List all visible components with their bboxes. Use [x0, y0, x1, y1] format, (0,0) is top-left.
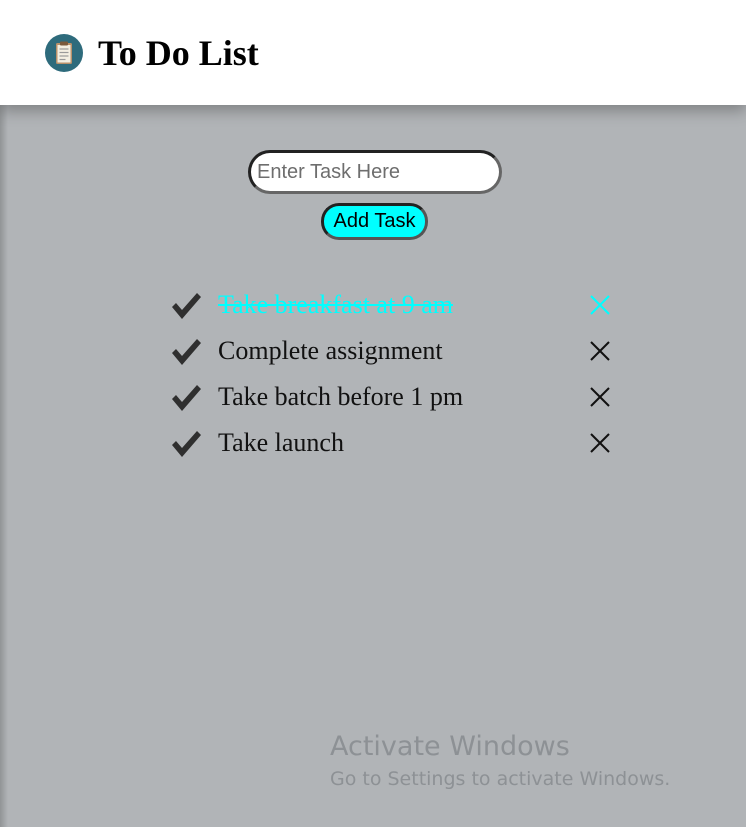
- checkmark-icon[interactable]: [170, 337, 202, 367]
- watermark-title: Activate Windows: [330, 731, 570, 762]
- task-text: Take breakfast at 9 am: [218, 290, 453, 319]
- task-list: Take breakfast at 9 am Complete assignmen…: [170, 283, 620, 467]
- windows-activation-watermark: Activate Windows Go to Settings to activ…: [330, 730, 670, 792]
- task-item: Take launch: [170, 421, 620, 467]
- task-item: Take breakfast at 9 am: [170, 283, 620, 329]
- task-text: Complete assignment: [218, 336, 443, 365]
- task-text: Take batch before 1 pm: [218, 382, 464, 411]
- task-input[interactable]: [248, 150, 502, 194]
- clipboard-icon: [45, 34, 83, 72]
- page-title: To Do List: [98, 33, 259, 73]
- watermark-subtitle: Go to Settings to activate Windows.: [330, 768, 671, 790]
- task-text: Take launch: [218, 428, 344, 457]
- checkmark-icon[interactable]: [170, 429, 202, 459]
- left-shadow: [0, 0, 8, 827]
- task-item: Take batch before 1 pm: [170, 375, 620, 421]
- add-task-button[interactable]: Add Task: [321, 203, 428, 240]
- close-icon[interactable]: [588, 293, 612, 317]
- close-icon[interactable]: [588, 431, 612, 455]
- checkmark-icon[interactable]: [170, 383, 202, 413]
- task-item: Complete assignment: [170, 329, 620, 375]
- app-header: To Do List: [0, 0, 746, 105]
- close-icon[interactable]: [588, 385, 612, 409]
- checkmark-icon[interactable]: [170, 291, 202, 321]
- close-icon[interactable]: [588, 339, 612, 363]
